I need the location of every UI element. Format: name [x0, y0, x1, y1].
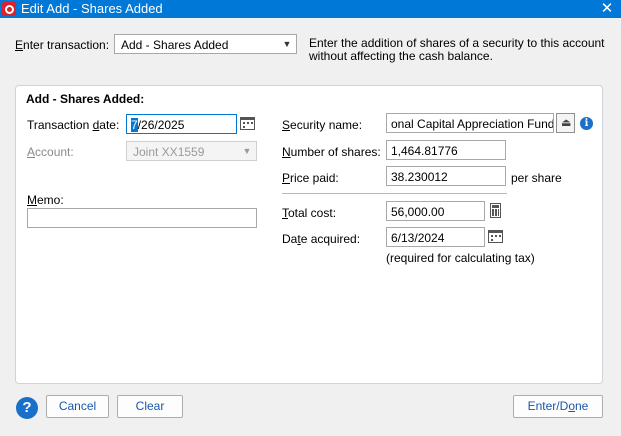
- window-title: Edit Add - Shares Added: [21, 1, 163, 16]
- number-of-shares-label: Number of shares:: [282, 145, 381, 159]
- per-share-label: per share: [511, 171, 562, 185]
- clear-button[interactable]: Clear: [117, 395, 183, 418]
- calendar-icon: [239, 115, 256, 131]
- info-icon[interactable]: i: [580, 117, 593, 130]
- transaction-description: Enter the addition of shares of a securi…: [309, 36, 605, 63]
- number-of-shares-input[interactable]: 1,464.81776: [386, 140, 506, 160]
- close-button[interactable]: ✕: [599, 0, 615, 18]
- transaction-type-value: Add - Shares Added: [121, 38, 229, 52]
- security-name-input[interactable]: onal Capital Appreciation Fund: [386, 113, 554, 133]
- help-icon[interactable]: ?: [16, 397, 38, 419]
- date-acquired-calendar-button[interactable]: [487, 228, 505, 246]
- date-acquired-input[interactable]: 6/13/2024: [386, 227, 485, 247]
- security-name-label: Security name:: [282, 118, 363, 132]
- transaction-date-label: Transaction date:: [27, 118, 120, 132]
- price-paid-label: Price paid:: [282, 171, 339, 185]
- price-paid-input[interactable]: 38.230012: [386, 166, 506, 186]
- date-acquired-label: Date acquired:: [282, 232, 361, 246]
- cancel-button[interactable]: Cancel: [46, 395, 109, 418]
- security-list-button[interactable]: ⏏: [556, 113, 575, 133]
- calendar-icon: [487, 228, 504, 244]
- calculator-icon: [487, 202, 504, 219]
- title-bar: Edit Add - Shares Added ✕: [0, 0, 621, 18]
- divider: [282, 193, 507, 194]
- calculator-button[interactable]: [487, 202, 505, 220]
- transaction-date-input[interactable]: 7/26/2025: [126, 114, 237, 134]
- account-value: Joint XX1559: [133, 145, 205, 159]
- transaction-type-dropdown[interactable]: Add - Shares Added ▼: [114, 34, 297, 54]
- panel-title: Add - Shares Added:: [26, 92, 145, 106]
- total-cost-label: Total cost:: [282, 206, 337, 220]
- app-logo-icon: [2, 2, 16, 16]
- chevron-down-icon[interactable]: ▼: [278, 35, 296, 53]
- total-cost-input[interactable]: 56,000.00: [386, 201, 485, 221]
- memo-input[interactable]: [27, 208, 257, 228]
- enter-done-button[interactable]: Enter/Done: [513, 395, 603, 418]
- date-acquired-note: (required for calculating tax): [386, 251, 535, 265]
- transaction-date-calendar-button[interactable]: [239, 115, 257, 133]
- enter-transaction-label: Enter transaction:: [15, 38, 110, 52]
- chevron-down-icon: ▼: [242, 146, 252, 156]
- memo-label: Memo:: [27, 193, 64, 207]
- account-label: Account:: [27, 145, 74, 159]
- list-dropdown-icon: ⏏: [561, 117, 572, 129]
- account-dropdown[interactable]: Joint XX1559 ▼: [126, 141, 257, 161]
